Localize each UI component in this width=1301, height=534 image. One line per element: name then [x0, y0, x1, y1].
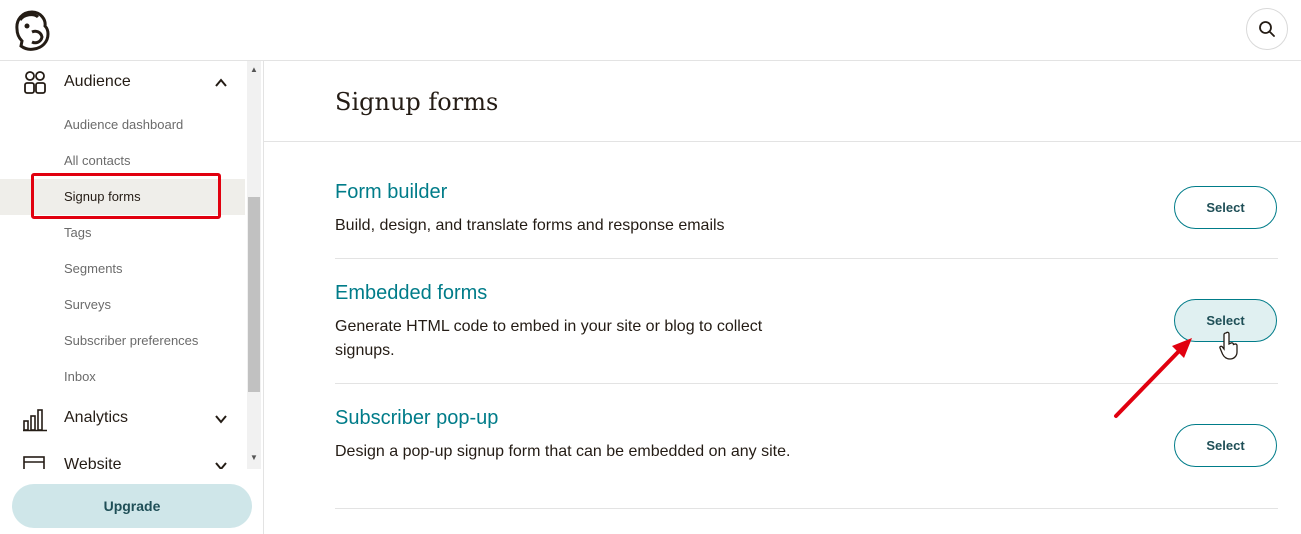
audience-icon — [24, 71, 46, 94]
option-description: Build, design, and translate forms and r… — [335, 217, 725, 234]
sidebar-item-subscriber-preferences[interactable]: Subscriber preferences — [0, 323, 245, 359]
scroll-up-arrow-icon[interactable]: ▲ — [249, 65, 259, 75]
option-title[interactable]: Subscriber pop-up — [335, 407, 498, 430]
option-row-form-builder: Form builder Build, design, and translat… — [335, 142, 1278, 259]
page-title: Signup forms — [335, 88, 499, 116]
option-description: Generate HTML code to embed in your site… — [335, 318, 763, 359]
sidebar-item-label: Tags — [64, 225, 92, 240]
annotation-highlight-box — [31, 173, 221, 219]
upgrade-button[interactable]: Upgrade — [12, 484, 252, 528]
analytics-icon — [23, 409, 47, 432]
sidebar-item-inbox[interactable]: Inbox — [0, 359, 245, 395]
sidebar-item-label: Segments — [64, 261, 123, 276]
page-header: Signup forms — [264, 61, 1301, 142]
sidebar-item-label: All contacts — [64, 153, 131, 168]
sidebar-item-tags[interactable]: Tags — [0, 215, 245, 251]
sidebar-item-label: Audience dashboard — [64, 117, 184, 132]
sidebar-section-label: Audience — [64, 73, 131, 90]
sidebar-footer: Upgrade — [0, 469, 262, 534]
sidebar-section-analytics[interactable]: Analytics — [0, 397, 245, 441]
chevron-up-icon[interactable] — [213, 75, 229, 91]
search-icon — [1259, 21, 1275, 37]
sidebar-item-label: Inbox — [64, 369, 96, 384]
top-bar — [0, 0, 1301, 61]
sidebar-item-surveys[interactable]: Surveys — [0, 287, 245, 323]
scroll-down-arrow-icon[interactable]: ▼ — [249, 453, 259, 463]
sidebar-item-label: Surveys — [64, 297, 111, 312]
sidebar-section-audience[interactable]: Audience — [0, 61, 245, 105]
annotation-arrow-icon — [1114, 338, 1192, 418]
hand-cursor-icon — [1219, 331, 1238, 360]
sidebar-item-label: Subscriber preferences — [64, 333, 199, 348]
option-title[interactable]: Embedded forms — [335, 282, 487, 305]
subscriber-popup-select-button[interactable]: Select — [1174, 424, 1277, 467]
option-title[interactable]: Form builder — [335, 181, 447, 204]
option-description: Design a pop-up signup form that can be … — [335, 443, 791, 460]
mailchimp-logo-icon[interactable] — [12, 8, 52, 52]
sidebar-item-segments[interactable]: Segments — [0, 251, 245, 287]
form-builder-select-button[interactable]: Select — [1174, 186, 1277, 229]
sidebar: Audience Audience dashboard All contacts… — [0, 61, 264, 534]
sidebar-item-audience-dashboard[interactable]: Audience dashboard — [0, 107, 245, 143]
search-button[interactable] — [1246, 8, 1288, 50]
sidebar-scrollbar-thumb[interactable] — [248, 197, 260, 392]
chevron-down-icon[interactable] — [213, 411, 229, 427]
main-content: Signup forms Form builder Build, design,… — [264, 61, 1301, 534]
sidebar-section-label: Analytics — [64, 409, 129, 426]
